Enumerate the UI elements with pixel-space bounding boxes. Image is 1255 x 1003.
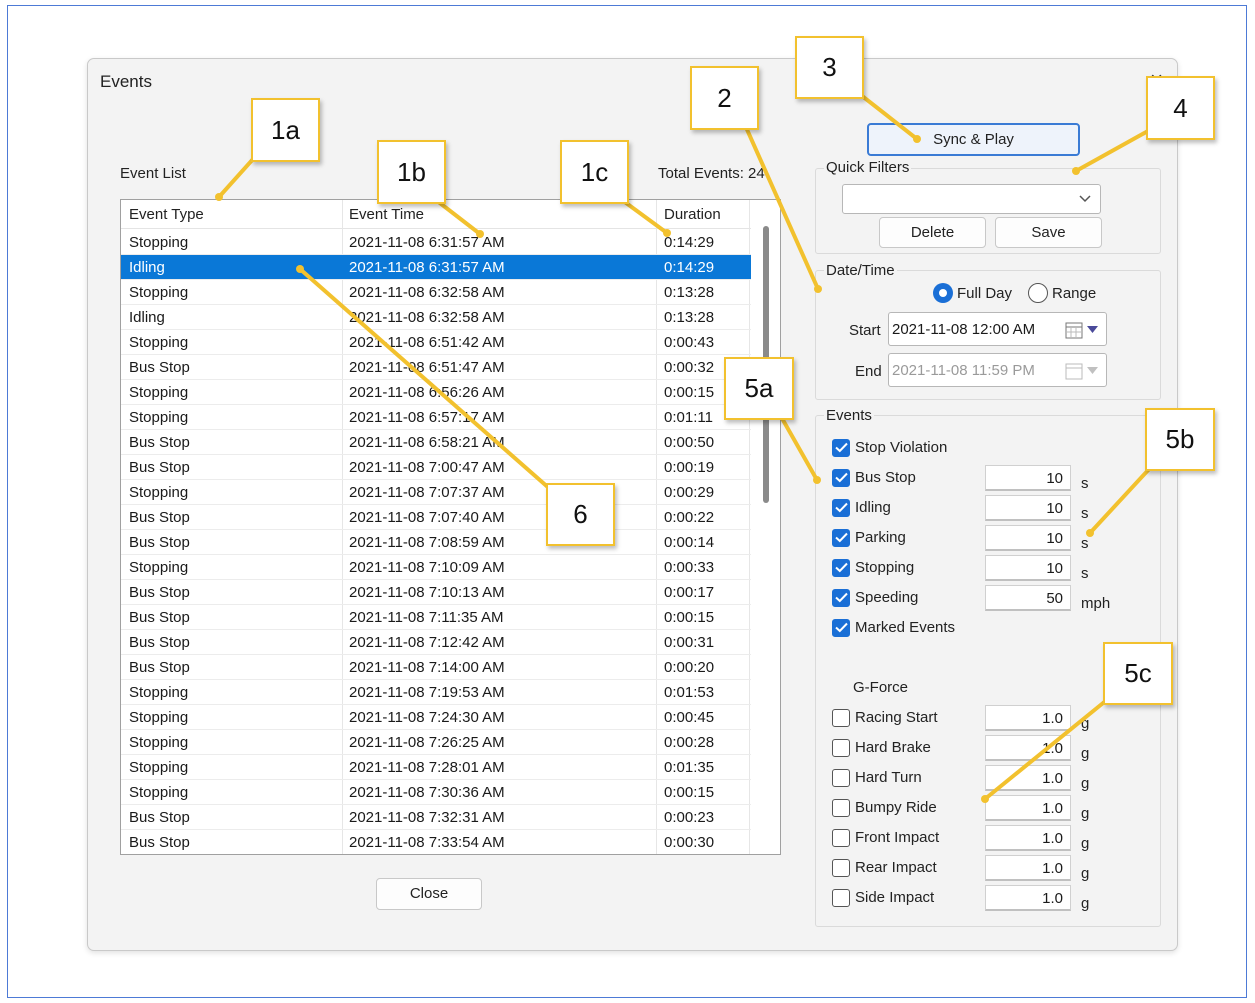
callout-line-1b: [434, 198, 482, 236]
callout-1a: 1a: [251, 98, 320, 162]
callout-line-6: [298, 267, 552, 491]
callout-line-5b: [1088, 465, 1153, 535]
callout-4: 4: [1146, 76, 1215, 140]
callout-line-2: [743, 123, 820, 291]
callout-5a: 5a: [724, 357, 794, 420]
callout-5b: 5b: [1145, 408, 1215, 471]
callout-6: 6: [546, 483, 615, 546]
callout-line-1a: [217, 156, 256, 199]
callout-line-4: [1074, 129, 1150, 173]
callout-3: 3: [795, 36, 864, 99]
callout-line-3: [855, 90, 919, 141]
callout-1b: 1b: [377, 140, 446, 204]
callout-1c: 1c: [560, 140, 629, 204]
callout-2: 2: [690, 66, 759, 130]
callout-line-5a: [777, 411, 819, 482]
callout-line-5c: [983, 697, 1110, 801]
callout-5c: 5c: [1103, 642, 1173, 705]
